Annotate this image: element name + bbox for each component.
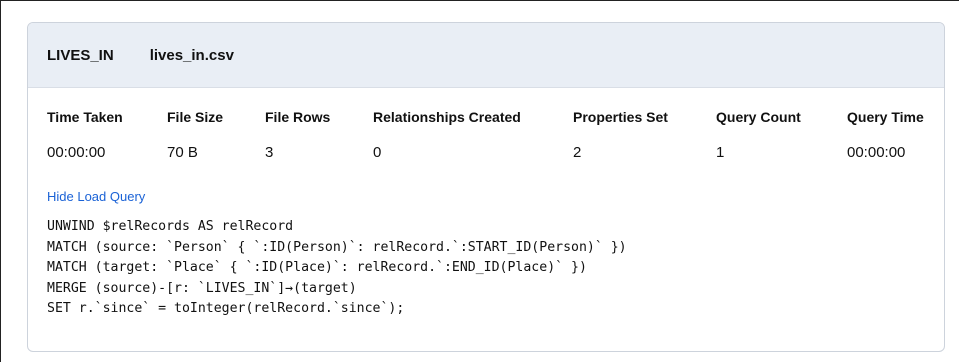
stat-value: 70 B	[167, 144, 198, 161]
import-result-card: LIVES_IN lives_in.csv Time Taken 00:00:0…	[27, 22, 945, 352]
stat-label: File Size	[167, 109, 224, 125]
query-line: UNWIND $relRecords AS relRecord	[47, 219, 294, 234]
frame-border-left	[0, 0, 1, 362]
stat-label: Properties Set	[573, 109, 668, 125]
stat-time-taken: Time Taken 00:00:00	[47, 109, 123, 161]
card-header: LIVES_IN lives_in.csv	[28, 23, 944, 88]
stat-relationships-created: Relationships Created 0	[373, 109, 521, 161]
stat-label: Query Time	[847, 109, 924, 125]
query-line: MATCH (target: `Place` { `:ID(Place)`: r…	[47, 260, 587, 275]
stat-file-size: File Size 70 B	[167, 109, 223, 161]
stat-label: File Rows	[265, 109, 331, 125]
stat-value: 3	[265, 144, 274, 161]
stat-value: 00:00:00	[47, 144, 106, 161]
file-name: lives_in.csv	[149, 46, 234, 64]
stat-properties-set: Properties Set 2	[573, 109, 668, 161]
relationship-type: LIVES_IN	[47, 46, 114, 64]
stat-label: Relationships Created	[373, 109, 521, 125]
query-line: MERGE (source)-[r: `LIVES_IN`]→(target)	[47, 280, 357, 296]
hide-load-query-link[interactable]: Hide Load Query	[47, 189, 145, 204]
query-line: MATCH (source: `Person` { `:ID(Person)`:…	[47, 239, 627, 255]
stat-query-time: Query Time 00:00:00	[847, 109, 924, 161]
stat-file-rows: File Rows 3	[265, 109, 330, 161]
stat-value: 1	[716, 144, 725, 161]
load-query-code: UNWIND $relRecords AS relRecord MATCH (s…	[47, 217, 627, 320]
stat-query-count: Query Count 1	[716, 109, 801, 161]
stat-value: 0	[373, 144, 382, 161]
stat-value: 2	[573, 144, 582, 161]
stat-label: Query Count	[716, 109, 801, 125]
stat-value: 00:00:00	[847, 144, 906, 161]
stat-label: Time Taken	[47, 109, 123, 125]
query-line: SET r.`since` = toInteger(relRecord.`sin…	[47, 301, 405, 316]
frame-border-top	[0, 0, 959, 1]
